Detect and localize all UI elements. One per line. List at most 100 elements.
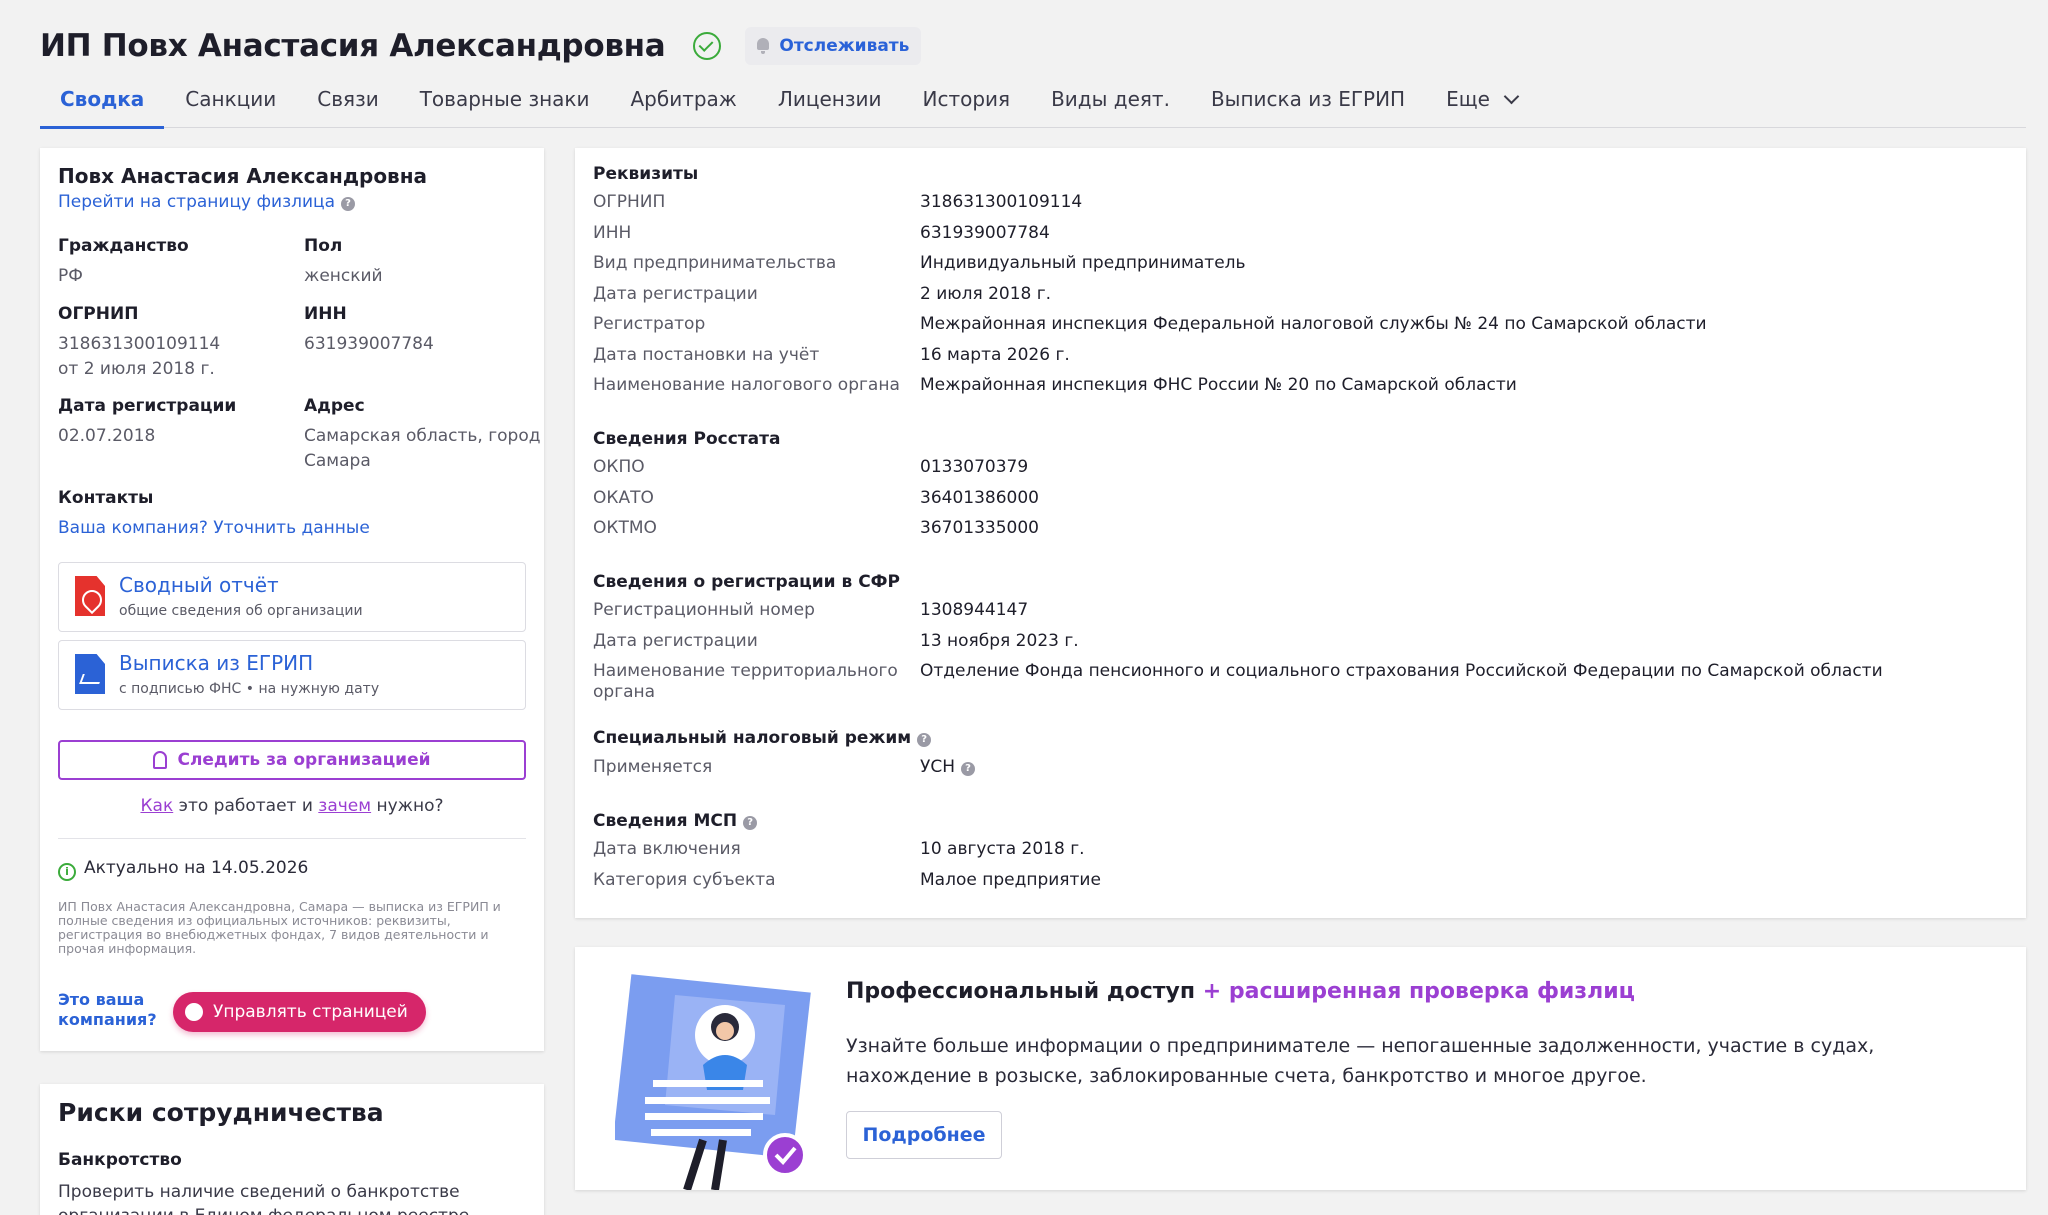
- tab-activities[interactable]: Виды деят.: [1051, 78, 1170, 128]
- divider: [58, 838, 526, 839]
- row-value: 631939007784: [920, 223, 1050, 243]
- tab-licenses[interactable]: Лицензии: [778, 78, 882, 128]
- egrip-extract-link[interactable]: Выписка из ЕГРИП с подписью ФНС • на нуж…: [58, 640, 526, 710]
- why-link[interactable]: зачем: [318, 796, 371, 816]
- row-key: Регистрационный номер: [593, 600, 815, 620]
- sex-label: Пол: [304, 236, 343, 256]
- tab-summary[interactable]: Сводка: [40, 78, 165, 129]
- summary-report-link[interactable]: Сводный отчёт общие сведения об организа…: [58, 562, 526, 632]
- row-value: 318631300109114: [920, 192, 1083, 212]
- person-page-link-row: Перейти на страницу физлица?: [58, 192, 356, 212]
- address-line-1: Самарская область, город: [304, 426, 541, 446]
- tab-more-label: Еще: [1446, 87, 1490, 111]
- tab-sanctions[interactable]: Санкции: [185, 78, 276, 128]
- actuality-text: Актуально на 14.05.2026: [84, 858, 309, 878]
- extract-title: Выписка из ЕГРИП: [119, 651, 314, 675]
- follow-label: Следить за организацией: [177, 750, 431, 770]
- help-icon[interactable]: ?: [743, 816, 758, 830]
- tab-trademarks[interactable]: Товарные знаки: [420, 78, 590, 128]
- row-key: Категория субъекта: [593, 870, 776, 890]
- tab-bar: Сводка Санкции Связи Товарные знаки Арби…: [40, 78, 2026, 129]
- track-label: Отслеживать: [779, 36, 910, 56]
- tab-arbitration[interactable]: Арбитраж: [630, 78, 736, 128]
- row-key: Вид предпринимательства: [593, 253, 837, 273]
- inn-label: ИНН: [304, 304, 347, 324]
- requisites-card: Реквизиты ОГРНИП 318631300109114 ИНН 63193…: [575, 148, 2026, 918]
- tab-connections[interactable]: Связи: [317, 78, 378, 128]
- person-check-illustration: [615, 974, 811, 1190]
- section-title-tax-regime: Специальный налоговый режим?: [593, 728, 932, 748]
- row-value-wrap: УСН?: [920, 757, 976, 777]
- person-page-link[interactable]: Перейти на страницу физлица: [58, 192, 335, 212]
- summary-card: Повх Анастасия Александровна Перейти на …: [40, 148, 544, 1051]
- section-title-msp: Сведения МСП?: [593, 811, 758, 831]
- row-value: 36401386000: [920, 488, 1039, 508]
- track-button[interactable]: Отслеживать: [745, 27, 922, 65]
- row-key: Наименование налогового органа: [593, 375, 900, 395]
- page-title: ИП Повх Анастасия Александровна: [40, 28, 666, 64]
- row-value: 1308944147: [920, 600, 1029, 620]
- tab-egrip-extract[interactable]: Выписка из ЕГРИП: [1211, 78, 1405, 128]
- row-key-line-2: органа: [593, 682, 656, 702]
- report-subtitle: общие сведения об организации: [119, 603, 363, 619]
- info-icon: i: [58, 863, 76, 881]
- how-link[interactable]: Как: [140, 796, 173, 816]
- row-key: Дата включения: [593, 839, 741, 859]
- row-value: 0133070379: [920, 457, 1029, 477]
- more-button[interactable]: Подробнее: [846, 1111, 1002, 1159]
- row-key: Дата постановки на учёт: [593, 345, 820, 365]
- help-icon[interactable]: ?: [917, 733, 932, 747]
- row-key: ОГРНИП: [593, 192, 666, 212]
- address-label: Адрес: [304, 396, 365, 416]
- section-title-rosstat: Сведения Росстата: [593, 429, 781, 449]
- shield-icon: [185, 1003, 203, 1021]
- help-icon[interactable]: ?: [341, 197, 356, 211]
- citizenship-label: Гражданство: [58, 236, 189, 256]
- how-text-2: нужно?: [371, 796, 444, 816]
- row-key: Наименование территориального: [593, 661, 898, 681]
- pdf-icon: [75, 576, 105, 616]
- bankruptcy-text: Проверить наличие сведений о банкротстве: [58, 1182, 460, 1202]
- your-company-link[interactable]: Это ваша компания?: [58, 990, 157, 1030]
- ogrnip-value: 318631300109114: [58, 334, 221, 354]
- bell-plus-icon: [153, 751, 168, 769]
- promo-title-main: Профессиональный доступ: [846, 979, 1196, 1004]
- tab-more[interactable]: Еще: [1446, 78, 1520, 128]
- row-key: ИНН: [593, 223, 632, 243]
- how-it-works: Как это работает и зачем нужно?: [40, 796, 544, 816]
- page-description: ИП Повх Анастасия Александровна, Самара …: [58, 899, 501, 956]
- inn-value: 631939007784: [304, 334, 434, 354]
- follow-organization-button[interactable]: Следить за организацией: [58, 740, 526, 780]
- row-key: ОКПО: [593, 457, 645, 477]
- signed-document-icon: [75, 654, 105, 694]
- manage-page-button[interactable]: Управлять страницей: [173, 992, 426, 1032]
- manage-label: Управлять страницей: [213, 1002, 408, 1022]
- row-value: 16 марта 2026 г.: [920, 345, 1070, 365]
- contacts-link[interactable]: Ваша компания? Уточнить данные: [58, 518, 370, 538]
- regdate-value: 02.07.2018: [58, 426, 156, 446]
- row-key: Регистратор: [593, 314, 706, 334]
- row-value: Индивидуальный предприниматель: [920, 253, 1246, 273]
- bankruptcy-label: Банкротство: [58, 1150, 182, 1170]
- row-value: УСН: [920, 757, 956, 777]
- row-key: ОКАТО: [593, 488, 654, 508]
- bell-icon: [755, 37, 771, 55]
- promo-text: Узнайте больше информации о предпринимат…: [846, 1035, 1875, 1087]
- bankruptcy-text-2: организации в Едином федеральном реестре: [58, 1206, 469, 1215]
- page-header: ИП Повх Анастасия Александровна Отслежив…: [40, 26, 922, 66]
- contacts-label: Контакты: [58, 488, 154, 508]
- chevron-down-icon: [1503, 88, 1520, 105]
- help-icon[interactable]: ?: [961, 762, 976, 776]
- risks-title: Риски сотрудничества: [58, 1098, 384, 1127]
- tax-regime-title: Специальный налоговый режим: [593, 728, 912, 748]
- row-value: Отделение Фонда пенсионного и социальног…: [920, 661, 1883, 681]
- section-title-sfr: Сведения о регистрации в СФР: [593, 572, 900, 592]
- row-key: Применяется: [593, 757, 713, 777]
- promo-title-accent: + расширенная проверка физлиц: [1202, 979, 1635, 1004]
- section-title-requisites: Реквизиты: [593, 164, 699, 184]
- row-value: Межрайонная инспекция Федеральной налого…: [920, 314, 1707, 334]
- row-value: 2 июля 2018 г.: [920, 284, 1052, 304]
- regdate-label: Дата регистрации: [58, 396, 237, 416]
- tab-history[interactable]: История: [922, 78, 1010, 128]
- row-value: 10 августа 2018 г.: [920, 839, 1085, 859]
